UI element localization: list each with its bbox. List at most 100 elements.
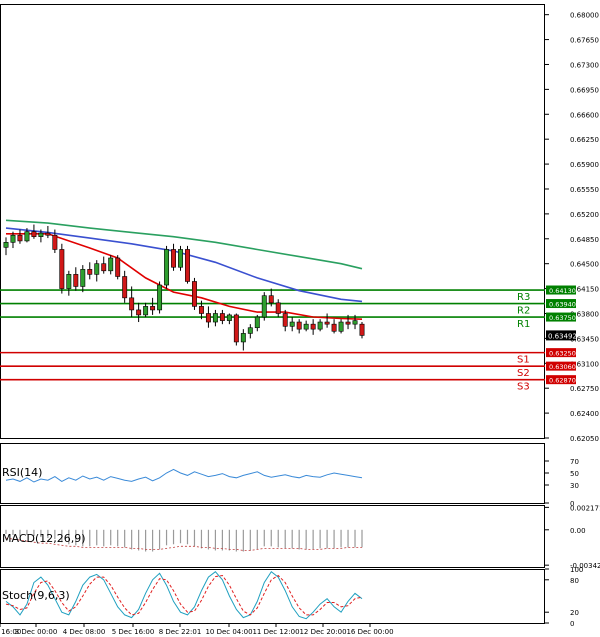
y-tick-label: 0.62400: [570, 410, 599, 418]
candle: [87, 269, 93, 275]
y-tick-label: 0.66250: [570, 136, 599, 144]
y-tick-label: 30: [570, 482, 579, 490]
price-pane: 0.68000 0.67650 0.67300 0.66950 0.66600 0.662…: [0, 4, 599, 443]
candle: [45, 232, 51, 236]
x-tick-label: 10 Dec 04:00: [205, 628, 252, 636]
candle: [268, 295, 274, 304]
candle: [115, 257, 121, 277]
current-price-label: 0.63492: [548, 332, 577, 340]
candle: [150, 306, 156, 311]
y-tick-label: 50: [570, 470, 579, 478]
indicator-title: Stoch(9,6,3): [2, 589, 70, 602]
level-price-label: 0.63750: [549, 314, 576, 322]
candle: [38, 232, 44, 237]
candle: [136, 309, 142, 316]
candle: [59, 249, 65, 289]
candle: [185, 249, 190, 282]
candle: [352, 320, 358, 325]
x-tick-label: 4 Dec 08:00: [63, 628, 106, 636]
indicator-title: RSI(14): [2, 466, 42, 479]
y-tick-label: 0.64500: [570, 261, 599, 269]
y-tick-label: 0.65900: [570, 161, 599, 169]
forex-chart: 0.68000 0.67650 0.67300 0.66950 0.66600 0.662…: [0, 0, 600, 637]
rsi-pane: 7050300RSI(14): [0, 443, 579, 508]
candle: [317, 321, 323, 330]
level-name-r1: R1: [517, 319, 530, 330]
x-tick-label: 3 Dec 00:00: [15, 628, 58, 636]
y-tick-label: 20: [570, 609, 579, 617]
y-tick-label: 0.68000: [570, 12, 599, 20]
y-tick-label: 0.66600: [570, 111, 599, 119]
y-tick-label: 70: [570, 458, 579, 466]
y-tick-label: 0.67650: [570, 37, 599, 45]
x-tick-label: 12 Dec 20:00: [299, 628, 346, 636]
candle: [73, 274, 79, 287]
candle: [198, 306, 204, 314]
candle: [164, 249, 170, 286]
level-price-label: 0.63060: [549, 363, 576, 371]
level-price-label: 0.63940: [549, 301, 576, 309]
y-tick-label: 0.62050: [570, 435, 599, 443]
level-price-label: 0.62870: [549, 377, 576, 385]
candle: [338, 321, 344, 332]
candle: [205, 313, 211, 323]
y-tick-label: 0.64850: [570, 236, 599, 244]
x-tick-label: 8 Dec 22:01: [159, 628, 202, 636]
candle: [261, 295, 267, 318]
y-tick-label: 0.65550: [570, 186, 599, 194]
level-name-s3: S3: [517, 382, 530, 393]
stoch-pane: 100 80 20 0 Stoch(9,6,3): [0, 566, 583, 628]
y-tick-label: 80: [570, 577, 579, 585]
candle: [282, 313, 288, 327]
y-tick-label: 0.66950: [570, 86, 599, 94]
candle: [80, 269, 86, 287]
level-price-label: 0.64130: [549, 287, 576, 295]
level-name-s1: S1: [517, 355, 530, 366]
candle: [296, 321, 302, 330]
candle: [178, 249, 183, 268]
candle: [289, 321, 295, 327]
candle: [108, 257, 114, 272]
level-price-label: 0.63250: [549, 350, 576, 358]
level-name-s2: S2: [517, 368, 530, 379]
candle: [226, 314, 232, 321]
candle: [52, 234, 58, 250]
candle: [324, 321, 330, 325]
x-tick-label: 11 Dec 12:00: [252, 628, 299, 636]
candle: [129, 297, 135, 311]
candle: [3, 242, 9, 248]
macd-pane: 0.0021710.00-0.003423MACD(12,26,9): [0, 504, 600, 570]
x-tick-label: 5 Dec 16:00: [112, 628, 155, 636]
candle: [212, 313, 218, 323]
candle: [254, 316, 260, 329]
candle: [94, 263, 100, 275]
y-tick-label: 0.62750: [570, 385, 599, 393]
candle: [303, 323, 309, 330]
level-name-r3: R3: [517, 292, 530, 303]
y-tick-label: 0.67300: [570, 61, 599, 69]
y-tick-label: 0.65200: [570, 211, 599, 219]
candle: [359, 323, 365, 336]
candle: [345, 321, 351, 325]
candle: [66, 274, 72, 289]
candle: [233, 314, 239, 343]
candle: [157, 284, 163, 311]
candle: [122, 276, 128, 299]
pane-frame: [0, 4, 545, 439]
candle: [171, 249, 176, 268]
candle: [101, 263, 107, 272]
indicator-title: MACD(12,26,9): [2, 532, 86, 545]
y-tick-label: 0: [570, 620, 574, 628]
level-name-r2: R2: [517, 306, 530, 317]
candle: [24, 231, 30, 242]
candle: [143, 306, 149, 316]
candle: [310, 323, 316, 330]
candle: [10, 234, 16, 243]
candle: [192, 281, 197, 307]
candle: [31, 231, 37, 237]
candle: [331, 323, 337, 332]
candle: [240, 333, 246, 343]
candle: [275, 302, 281, 314]
pane-frame: [0, 443, 545, 504]
y-tick-label: 0.002171: [570, 504, 600, 512]
